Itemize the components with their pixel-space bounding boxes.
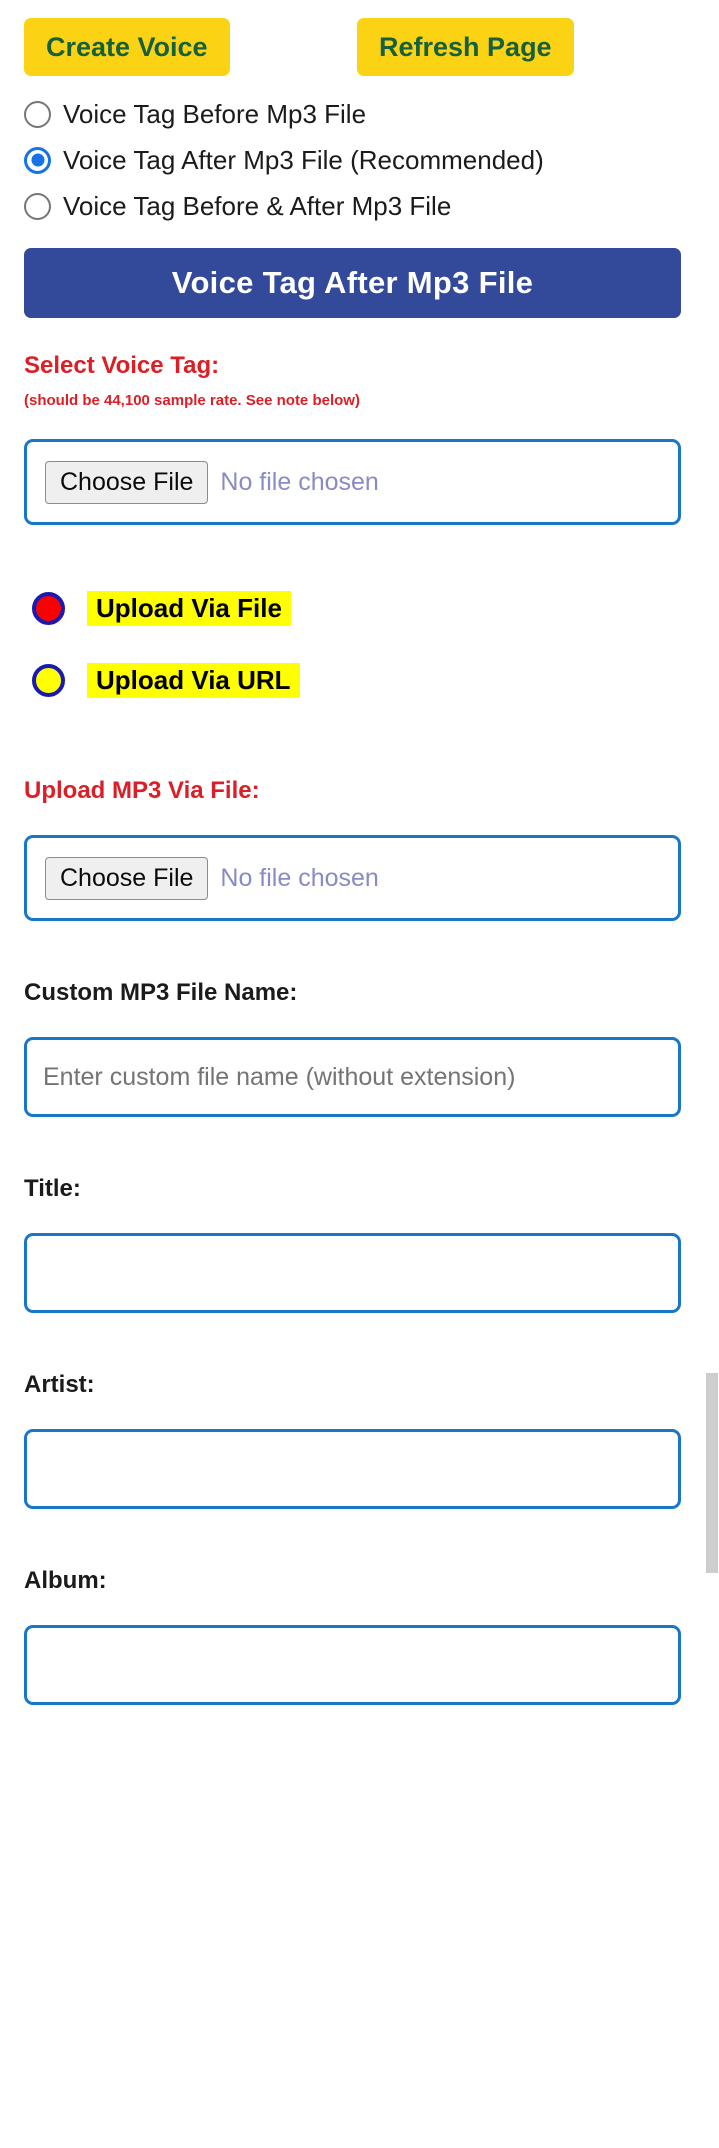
upload-mp3-heading: Upload MP3 Via File:	[24, 777, 260, 804]
radio-option-label: Voice Tag After Mp3 File (Recommended)	[63, 144, 544, 175]
radio-option-voice-tag-after[interactable]: Voice Tag After Mp3 File (Recommended)	[24, 138, 681, 182]
artist-heading: Artist:	[24, 1371, 95, 1398]
mp3-file-status: No file chosen	[220, 863, 379, 892]
page-scrollbar-track[interactable]	[705, 0, 719, 2148]
refresh-page-button[interactable]: Refresh Page	[357, 18, 574, 76]
voice-tag-choose-file-button[interactable]: Choose File	[45, 460, 209, 504]
radio-option-voice-tag-before-and-after[interactable]: Voice Tag Before & After Mp3 File	[24, 184, 681, 228]
radio-circle-icon[interactable]	[24, 100, 51, 128]
radio-option-label: Voice Tag Before & After Mp3 File	[63, 190, 452, 221]
mp3-choose-file-button[interactable]: Choose File	[45, 856, 209, 900]
voice-tag-file-input[interactable]: Choose File No file chosen	[24, 439, 681, 525]
action-button-row: Create Voice Refresh Page	[24, 0, 681, 76]
custom-file-name-heading: Custom MP3 File Name:	[24, 979, 298, 1006]
radio-option-upload-via-url[interactable]: Upload Via URL	[24, 655, 681, 705]
voice-tag-position-radio-group: Voice Tag Before Mp3 File Voice Tag Afte…	[24, 92, 681, 228]
upload-method-radio-group: Upload Via File Upload Via URL	[24, 583, 681, 705]
radio-option-voice-tag-before[interactable]: Voice Tag Before Mp3 File	[24, 92, 681, 136]
create-voice-button[interactable]: Create Voice	[24, 18, 230, 76]
radio-option-upload-via-file[interactable]: Upload Via File	[24, 583, 681, 633]
artist-input[interactable]	[24, 1429, 681, 1509]
upload-via-url-label: Upload Via URL	[87, 662, 300, 698]
radio-circle-selected-icon[interactable]	[24, 146, 51, 174]
album-heading: Album:	[24, 1567, 107, 1594]
radio-circle-icon[interactable]	[32, 663, 65, 697]
voice-tag-file-status: No file chosen	[220, 467, 379, 496]
title-input[interactable]	[24, 1233, 681, 1313]
custom-file-name-input[interactable]	[24, 1037, 681, 1117]
radio-circle-selected-icon[interactable]	[32, 591, 65, 625]
page-scrollbar-thumb[interactable]	[706, 1373, 718, 1573]
radio-option-label: Voice Tag Before Mp3 File	[63, 98, 367, 129]
radio-circle-icon[interactable]	[24, 192, 51, 220]
sample-rate-note: (should be 44,100 sample rate. See note …	[24, 392, 360, 409]
voice-tag-form-page: Create Voice Refresh Page Voice Tag Befo…	[0, 0, 705, 2148]
mp3-file-input[interactable]: Choose File No file chosen	[24, 835, 681, 921]
title-heading: Title:	[24, 1175, 81, 1202]
selected-mode-banner: Voice Tag After Mp3 File	[24, 248, 681, 318]
upload-via-file-label: Upload Via File	[87, 590, 291, 626]
album-input[interactable]	[24, 1625, 681, 1705]
select-voice-tag-heading: Select Voice Tag:	[24, 352, 220, 379]
